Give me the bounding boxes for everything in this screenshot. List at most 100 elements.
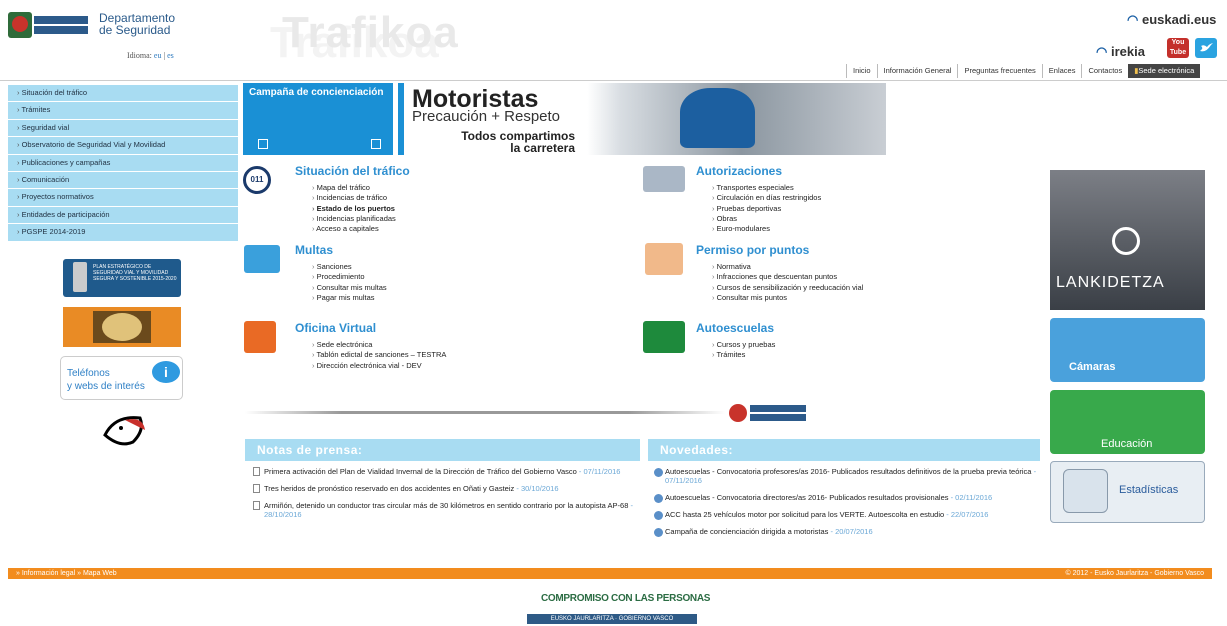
nav-inicio[interactable]: Inicio (846, 64, 877, 78)
gov-logo[interactable] (8, 12, 88, 38)
nav-enlaces[interactable]: Enlaces (1041, 64, 1082, 78)
notas-item-date: - 07/11/2016 (578, 467, 621, 476)
link-obras[interactable]: Obras (712, 214, 821, 224)
banner-subtitle: Precaución + Respeto (412, 108, 561, 125)
notas-item[interactable]: Primera activación del Plan de Vialidad … (253, 467, 640, 476)
sidebar-item-publicaciones[interactable]: Publicaciones y campañas (8, 154, 238, 172)
notas-item[interactable]: Armiñón, detenido un conductor tras circ… (253, 501, 640, 519)
link-tramites-autoescuelas[interactable]: Trámites (712, 350, 775, 360)
sidebar-item-pgspe[interactable]: PGSPE 2014-2019 (8, 224, 238, 242)
link-procedimiento[interactable]: Procedimiento (312, 272, 387, 282)
nav-sede-electronica[interactable]: ▮Sede electrónica (1128, 64, 1201, 78)
lang-es-link[interactable]: es (167, 51, 174, 60)
link-estado-puertos[interactable]: Estado de los puertos (312, 204, 396, 214)
footer-legal-link[interactable]: » Información legal (16, 570, 75, 577)
department-title[interactable]: Departamento de Seguridad (99, 12, 175, 36)
link-acceso-capitales[interactable]: Acceso a capitales (312, 224, 396, 234)
pause-icon[interactable] (258, 139, 268, 149)
campaign-label: Campaña de concienciación (249, 87, 384, 98)
irekia-link[interactable]: ◠ irekia (1096, 44, 1145, 60)
camaras-label: Cámaras (1069, 361, 1116, 373)
sidebar-item-observatorio[interactable]: Observatorio de Seguridad Vial y Movilid… (8, 137, 238, 155)
link-cursos-pruebas[interactable]: Cursos y pruebas (712, 340, 776, 350)
multas-document-icon (244, 245, 280, 273)
link-cursos-sensibilizacion[interactable]: Cursos de sensibilización y reeducación … (712, 283, 864, 293)
notas-item-text: Tres heridos de pronóstico reservado en … (264, 484, 515, 493)
oficina-virtual-icon (244, 321, 276, 353)
nav-informacion-general[interactable]: Información General (876, 64, 958, 78)
camaras-button[interactable]: Cámaras (1050, 318, 1205, 382)
nav-contactos[interactable]: Contactos (1081, 64, 1128, 78)
section-permiso-list: Normativa Infracciones que descuentan pu… (712, 262, 864, 303)
site-title: Trafikoa (282, 8, 459, 57)
novedades-item[interactable]: Campaña de concienciación dirigida a mot… (654, 527, 1040, 537)
sidebar-item-situacion-trafico[interactable]: Situación del tráfico (8, 85, 238, 103)
link-consultar-puntos[interactable]: Consultar mis puntos (712, 293, 863, 303)
novedades-item-date: - 20/07/2016 (830, 527, 873, 536)
sidebar-item-entidades[interactable]: Entidades de participación (8, 206, 238, 225)
novedades-item-text: Campaña de concienciación dirigida a mot… (665, 527, 829, 536)
link-direccion-electronica[interactable]: Dirección electrónica vial - DEV (312, 361, 446, 371)
educacion-label: Educación (1101, 438, 1153, 450)
lankidetza-label: LANKIDETZA (1056, 274, 1165, 291)
bird-logo-icon[interactable] (95, 410, 150, 450)
gov-logo-small (729, 404, 806, 422)
link-normativa[interactable]: Normativa (712, 262, 863, 272)
next-icon[interactable] (371, 139, 381, 149)
sidebar-item-comunicacion[interactable]: Comunicación (8, 171, 238, 190)
emblem-banner[interactable] (63, 307, 181, 347)
euskadi-label: euskadi.eus (1141, 12, 1217, 27)
novedades-item-text: Autoescuelas - Convocatoria directores/a… (665, 493, 949, 502)
footer-mapa-link[interactable]: » Mapa Web (77, 570, 117, 577)
educacion-button[interactable]: Educación (1050, 390, 1205, 454)
sidebar-item-proyectos[interactable]: Proyectos normativos (8, 189, 238, 207)
header-divider (0, 80, 1227, 81)
section-multas-title[interactable]: Multas (295, 243, 333, 257)
section-oficina-title[interactable]: Oficina Virtual (295, 321, 376, 335)
novedades-item[interactable]: ACC hasta 25 vehículos motor por solicit… (654, 510, 1040, 520)
sidebar-item-tramites[interactable]: Trámites (8, 102, 238, 120)
content-divider (245, 411, 725, 414)
link-tablon-edictal[interactable]: Tablón edictal de sanciones – TESTRA (312, 350, 446, 360)
irekia-arc-icon: ◠ (1096, 44, 1108, 59)
nav-sede-label: Sede electrónica (1138, 66, 1195, 75)
notas-item[interactable]: Tres heridos de pronóstico reservado en … (253, 484, 640, 493)
notas-prensa-box: Notas de prensa: Primera activación del … (245, 439, 640, 527)
link-transportes-especiales[interactable]: Transportes especiales (712, 183, 821, 193)
link-mapa-trafico[interactable]: Mapa del tráfico (312, 183, 396, 193)
link-infracciones[interactable]: Infracciones que descuentan puntos (712, 272, 863, 282)
link-sanciones[interactable]: Sanciones (312, 262, 387, 272)
sidebar-item-seguridad-vial[interactable]: Seguridad vial (8, 119, 238, 138)
link-pagar-multas[interactable]: Pagar mis multas (312, 293, 387, 303)
info-circle-icon (654, 511, 663, 520)
nav-preguntas-frecuentes[interactable]: Preguntas frecuentes (957, 64, 1041, 78)
section-autoescuelas-title[interactable]: Autoescuelas (696, 321, 774, 335)
autoescuela-l-icon (643, 321, 685, 353)
banner-tag2: la carretera (510, 141, 575, 155)
section-trafico-title[interactable]: Situación del tráfico (295, 164, 410, 178)
link-incidencias-planificadas[interactable]: Incidencias planificadas (312, 214, 396, 224)
novedades-box: Novedades: Autoescuelas - Convocatoria p… (648, 439, 1040, 544)
link-sede-electronica[interactable]: Sede electrónica (312, 340, 446, 350)
novedades-item[interactable]: Autoescuelas - Convocatoria directores/a… (654, 493, 1040, 503)
link-pruebas-deportivas[interactable]: Pruebas deportivas (712, 204, 821, 214)
link-consultar-multas[interactable]: Consultar mis multas (312, 283, 387, 293)
novedades-item-text: Autoescuelas - Convocatoria profesores/a… (665, 467, 1032, 476)
section-autorizaciones-title[interactable]: Autorizaciones (696, 164, 782, 178)
twitter-icon[interactable] (1195, 38, 1217, 58)
plan-text: PLAN ESTRATÉGICO DE SEGURIDAD VIAL Y MOV… (93, 264, 177, 282)
info-circle-icon (654, 468, 663, 477)
department-line2: de Seguridad (99, 23, 171, 37)
lang-eu-link[interactable]: eu (154, 51, 162, 60)
play-icon[interactable] (1112, 227, 1140, 255)
banner-tagline: Todos compartimos la carretera (445, 130, 575, 154)
euskadi-link[interactable]: ◠ euskadi.eus (1127, 12, 1216, 28)
youtube-icon[interactable]: You Tube (1167, 38, 1189, 58)
link-incidencias-trafico[interactable]: Incidencias de tráfico (312, 193, 396, 203)
link-circulacion-dias[interactable]: Circulación en días restringidos (712, 193, 822, 203)
top-navigation: Inicio Información General Preguntas fre… (846, 64, 1201, 78)
link-euro-modulares[interactable]: Euro-modulares (712, 224, 821, 234)
info-circle-icon (654, 528, 663, 537)
novedades-item[interactable]: Autoescuelas - Convocatoria profesores/a… (654, 467, 1040, 485)
section-permiso-title[interactable]: Permiso por puntos (696, 243, 809, 257)
